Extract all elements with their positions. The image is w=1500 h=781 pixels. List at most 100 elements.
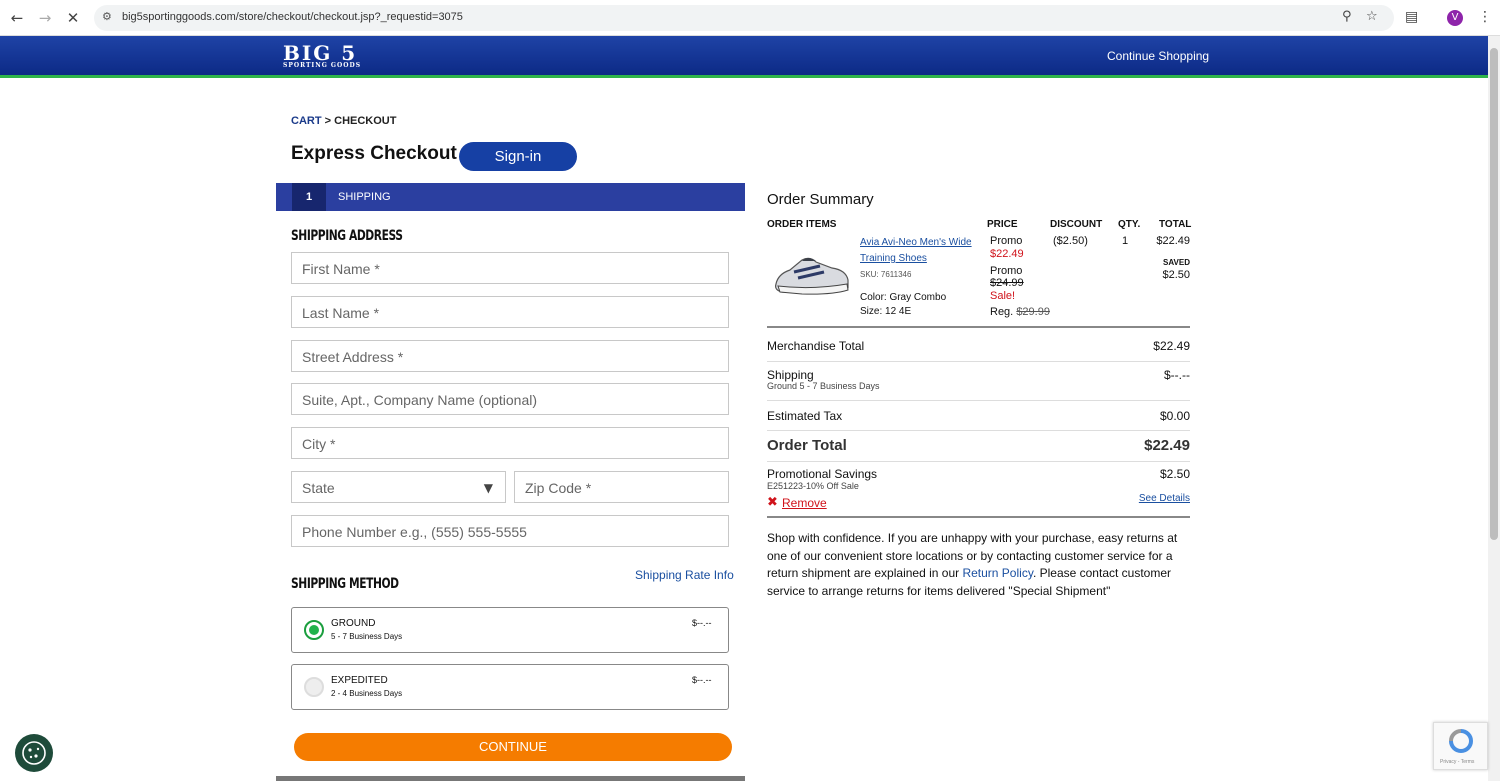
phone-field[interactable]: Phone Number e.g., (555) 555-5555 [291, 515, 729, 547]
product-color: Color: Gray Combo [860, 292, 947, 303]
extensions-icon[interactable]: ▤ [1405, 9, 1418, 25]
recaptcha-badge[interactable]: Privacy - Terms [1433, 722, 1488, 770]
bookmark-star-icon[interactable]: ☆ [1366, 9, 1378, 24]
scrollbar-thumb[interactable] [1490, 48, 1498, 540]
state-select[interactable]: State ▼ [291, 471, 506, 503]
expedited-radio[interactable] [304, 677, 324, 697]
tax-value: $0.00 [1159, 409, 1190, 423]
url-text: big5sportinggoods.com/store/checkout/che… [122, 11, 463, 23]
first-name-field[interactable]: First Name * [291, 252, 729, 284]
zip-code-placeholder: Zip Code * [525, 480, 592, 496]
browser-toolbar: ← → ✕ ⚙ big5sportinggoods.com/store/chec… [0, 0, 1500, 36]
remove-x-icon[interactable]: ✖ [767, 495, 778, 510]
street-address-placeholder: Street Address * [302, 349, 404, 365]
sign-in-button[interactable]: Sign-in [459, 142, 577, 171]
state-placeholder: State [302, 480, 335, 496]
first-name-placeholder: First Name * [302, 261, 380, 277]
shipping-step-bar: 1 SHIPPING [276, 183, 745, 211]
divider [767, 430, 1190, 431]
shipping-label: Shipping [767, 368, 814, 382]
product-size: Size: 12 4E [860, 306, 912, 317]
shipping-option-ground[interactable]: GROUND 5 - 7 Business Days $--.-- [291, 607, 729, 653]
see-details-link[interactable]: See Details [1139, 493, 1190, 504]
breadcrumb-current: CHECKOUT [334, 115, 397, 127]
shipping-value: $--.-- [1164, 368, 1190, 382]
divider [767, 461, 1190, 462]
option-price: $--.-- [692, 618, 712, 628]
phone-placeholder: Phone Number e.g., (555) 555-5555 [302, 524, 527, 540]
big5-logo[interactable]: BIG 5 SPORTING GOODS [283, 43, 362, 69]
item-discount: ($2.50) [1053, 235, 1088, 247]
promo-label-2: Promo [990, 265, 1023, 277]
step-number: 1 [292, 183, 326, 211]
shipping-rate-info-link[interactable]: Shipping Rate Info [635, 568, 734, 582]
chevron-down-icon: ▼ [483, 481, 493, 495]
last-name-field[interactable]: Last Name * [291, 296, 729, 328]
promo-price: $22.49 [990, 248, 1024, 260]
site-header: BIG 5 SPORTING GOODS Continue Shopping [0, 36, 1488, 78]
site-info-icon[interactable]: ⚙ [102, 10, 112, 23]
recaptcha-icon [1449, 729, 1473, 753]
col-price: PRICE [987, 219, 1018, 230]
last-name-placeholder: Last Name * [302, 305, 380, 321]
location-icon[interactable]: ⚲ [1342, 9, 1352, 24]
suite-placeholder: Suite, Apt., Company Name (optional) [302, 392, 538, 408]
street-address-field[interactable]: Street Address * [291, 340, 729, 372]
col-order-items: ORDER ITEMS [767, 219, 837, 230]
return-policy-link[interactable]: Return Policy [962, 566, 1032, 580]
ground-radio[interactable] [304, 620, 324, 640]
logo-sub: SPORTING GOODS [283, 62, 362, 69]
shipping-option-expedited[interactable]: EXPEDITED 2 - 4 Business Days $--.-- [291, 664, 729, 710]
option-days: 2 - 4 Business Days [331, 689, 403, 698]
address-bar[interactable]: ⚙ big5sportinggoods.com/store/checkout/c… [94, 5, 1394, 31]
continue-button[interactable]: CONTINUE [294, 733, 732, 761]
browser-menu-icon[interactable]: ⋮ [1478, 9, 1492, 25]
order-total-label: Order Total [767, 437, 847, 454]
order-total-value: $22.49 [1144, 437, 1190, 454]
next-step-bar [276, 776, 745, 781]
promo-savings-value: $2.50 [1159, 467, 1190, 481]
divider [767, 516, 1190, 518]
shipping-sub: Ground 5 - 7 Business Days [767, 381, 880, 391]
divider [767, 400, 1190, 401]
divider [767, 361, 1190, 362]
breadcrumb-separator: > [324, 115, 332, 127]
product-sku: SKU: 7611346 [860, 270, 912, 279]
page-scrollbar[interactable] [1488, 36, 1500, 781]
item-qty: 1 [1122, 235, 1129, 247]
saved-label: SAVED [1163, 258, 1190, 267]
merch-total-value: $22.49 [1153, 339, 1190, 353]
cookie-settings-button[interactable] [15, 734, 53, 772]
shipping-method-heading: SHIPPING METHOD [291, 576, 399, 592]
promo-label: Promo [990, 235, 1023, 247]
reg-label: Reg. [990, 306, 1014, 318]
recaptcha-note: Privacy - Terms [1440, 759, 1475, 765]
sale-label: Sale! [990, 290, 1016, 302]
zip-code-field[interactable]: Zip Code * [514, 471, 729, 503]
forward-icon[interactable]: → [36, 9, 54, 27]
saved-amount: $2.50 [1162, 269, 1190, 281]
divider [767, 326, 1190, 328]
city-placeholder: City * [302, 436, 336, 452]
remove-promo-link[interactable]: Remove [782, 496, 827, 510]
back-icon[interactable]: ← [8, 9, 26, 27]
cookie-icon [22, 741, 46, 765]
was-price: $24.99 [990, 277, 1024, 289]
step-label: SHIPPING [338, 191, 391, 203]
profile-avatar[interactable]: V [1447, 10, 1463, 26]
option-name: GROUND [331, 618, 376, 629]
return-policy-text: Shop with confidence. If you are unhappy… [767, 530, 1192, 600]
continue-shopping-link[interactable]: Continue Shopping [1107, 49, 1209, 63]
suite-field[interactable]: Suite, Apt., Company Name (optional) [291, 383, 729, 415]
stop-loading-icon[interactable]: ✕ [64, 9, 82, 27]
product-name-link[interactable]: Avia Avi-Neo Men's Wide Training Shoes [860, 235, 980, 267]
product-thumbnail[interactable] [772, 250, 850, 296]
item-total: $22.49 [1156, 235, 1190, 247]
breadcrumb-cart-link[interactable]: CART [291, 115, 322, 127]
order-summary-title: Order Summary [767, 191, 874, 208]
breadcrumb: CART > CHECKOUT [291, 115, 396, 127]
merch-total-label: Merchandise Total [767, 339, 865, 353]
reg-price: $29.99 [1016, 306, 1050, 318]
tax-label: Estimated Tax [767, 409, 843, 423]
city-field[interactable]: City * [291, 427, 729, 459]
